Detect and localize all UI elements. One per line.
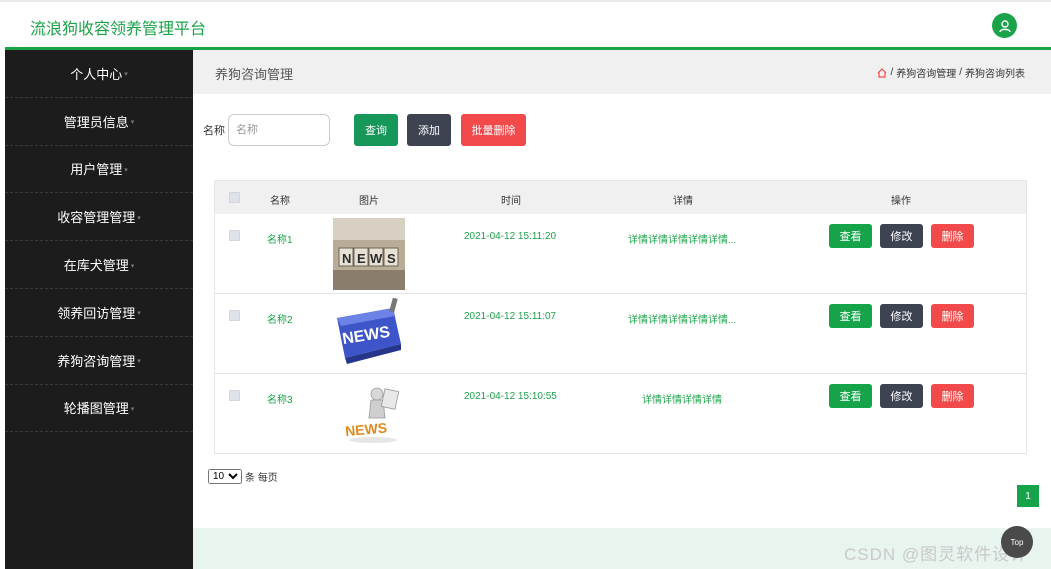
add-button[interactable]: 添加 [407,114,451,146]
search-label: 名称 [203,125,225,137]
news-thumbnail-image: NEWS [333,378,405,450]
header-image: 图片 [359,196,379,207]
table-row: 名称3 NEWS 2021-04-12 15:10:55 详情详情详情详情 查看 [215,374,1026,454]
chevron-down-icon: ▾ [130,119,135,127]
table-header: 名称 图片 时间 详情 操作 [215,181,1026,214]
per-page-label: 条 每页 [245,473,278,484]
view-button[interactable]: 查看 [829,224,872,248]
row-name: 名称2 [267,315,293,326]
sidebar-item-adoption-followup[interactable]: 领养回访管理 ▾ [5,289,193,337]
app-root: 流浪狗收容领养管理平台 个人中心 ▾ 管理员信息 ▾ 用户管理 ▾ 收容管理管理 ▾ 在… [0,0,1051,569]
news-thumbnail-image: N E W S [333,218,405,290]
header-actions: 操作 [891,196,911,207]
breadcrumb-separator: / [890,67,894,78]
sidebar-item-user-management[interactable]: 用户管理 ▾ [5,146,193,194]
sidebar-item-label: 领养回访管理 [57,305,136,321]
sidebar-item-label: 用户管理 [70,162,123,178]
query-button[interactable]: 查询 [354,114,398,146]
row-checkbox[interactable] [229,390,240,401]
app-title: 流浪狗收容领养管理平台 [30,21,207,38]
table-row: 名称2 NEWS 2021-04-12 15:11:07 详情详情详情详情详情.… [215,294,1026,374]
sidebar-item-label: 个人中心 [70,66,123,82]
row-name: 名称1 [267,235,293,246]
delete-button[interactable]: 删除 [931,304,974,328]
breadcrumb-item-consulting[interactable]: 养狗咨询管理 [896,65,956,80]
breadcrumb-item-list: 养狗咨询列表 [965,69,1025,80]
page-title: 养狗咨询管理 [215,67,294,82]
row-time: 2021-04-12 15:11:07 [464,311,557,322]
delete-button[interactable]: 删除 [931,224,974,248]
svg-text:E: E [357,251,366,266]
consult-table: 名称 图片 时间 详情 操作 名称1 N E W S 2021-04-12 15… [214,180,1027,454]
chevron-down-icon: ▾ [130,262,135,270]
view-button[interactable]: 查看 [829,304,872,328]
chevron-down-icon: ▾ [137,214,141,222]
select-all-checkbox[interactable] [229,192,240,203]
page-size-select[interactable]: 10 [208,469,242,484]
row-detail: 详情详情详情详情 [642,395,722,406]
row-time: 2021-04-12 15:11:20 [464,231,557,242]
svg-text:W: W [370,251,383,266]
row-time: 2021-04-12 15:10:55 [464,391,557,402]
sidebar-item-label: 在库犬管理 [63,258,129,274]
sidebar-item-shelter-management[interactable]: 收容管理管理 ▾ [5,193,193,242]
page-size-control: 10 条 每页 [208,469,278,484]
user-avatar[interactable] [992,13,1017,38]
page-header-bar: 养狗咨询管理 / 养狗咨询管理 / 养狗咨询列表 [193,50,1051,94]
user-icon [998,19,1011,32]
chevron-down-icon: ▾ [124,166,128,174]
header-name: 名称 [270,196,290,207]
svg-text:N: N [342,251,351,266]
view-button[interactable]: 查看 [829,384,872,408]
name-search-input[interactable] [228,114,330,146]
header-detail: 详情 [673,196,693,207]
sidebar: 个人中心 ▾ 管理员信息 ▾ 用户管理 ▾ 收容管理管理 ▾ 在库犬管理 ▾ 领养回访管理… [5,50,193,569]
row-checkbox[interactable] [229,230,240,241]
top-header: 流浪狗收容领养管理平台 [0,0,1051,48]
chevron-down-icon: ▾ [137,310,141,318]
main-content: 养狗咨询管理 / 养狗咨询管理 / 养狗咨询列表 名称 查询 添加 批量删除 名… [193,50,1051,569]
sidebar-item-label: 收容管理管理 [57,210,136,226]
table-row: 名称1 N E W S 2021-04-12 15:11:20 详情详情详情详情… [215,214,1026,294]
edit-button[interactable]: 修改 [880,224,923,248]
breadcrumb: / 养狗咨询管理 / 养狗咨询列表 [877,65,1025,80]
chevron-down-icon: ▾ [124,71,128,79]
back-to-top-button[interactable]: Top [1001,526,1033,558]
row-detail: 详情详情详情详情详情... [628,235,737,246]
sidebar-item-personal-center[interactable]: 个人中心 ▾ [5,50,193,98]
edit-button[interactable]: 修改 [880,384,923,408]
home-icon[interactable] [877,67,887,78]
batch-delete-button[interactable]: 批量删除 [461,114,526,146]
news-thumbnail-image: NEWS [333,297,405,370]
sidebar-item-kennel-dogs[interactable]: 在库犬管理 ▾ [5,241,193,289]
chevron-down-icon: ▾ [137,358,141,366]
breadcrumb-separator: / [959,67,962,78]
row-name: 名称3 [267,395,293,406]
delete-button[interactable]: 删除 [931,384,974,408]
sidebar-item-carousel[interactable]: 轮播图管理 ▾ [5,385,193,433]
header-time: 时间 [501,196,521,207]
edit-button[interactable]: 修改 [880,304,923,328]
svg-text:S: S [387,251,396,266]
sidebar-item-admin-info[interactable]: 管理员信息 ▾ [5,98,193,146]
sidebar-item-label: 管理员信息 [63,114,129,130]
sidebar-item-label: 养狗咨询管理 [57,353,136,369]
row-detail: 详情详情详情详情详情... [628,315,737,326]
sidebar-item-label: 轮播图管理 [63,401,129,417]
row-checkbox[interactable] [229,310,240,321]
chevron-down-icon: ▾ [130,405,135,413]
search-form: 名称 [203,114,330,146]
sidebar-item-dog-consulting[interactable]: 养狗咨询管理 ▾ [5,337,193,385]
page-number-button[interactable]: 1 [1017,485,1039,507]
